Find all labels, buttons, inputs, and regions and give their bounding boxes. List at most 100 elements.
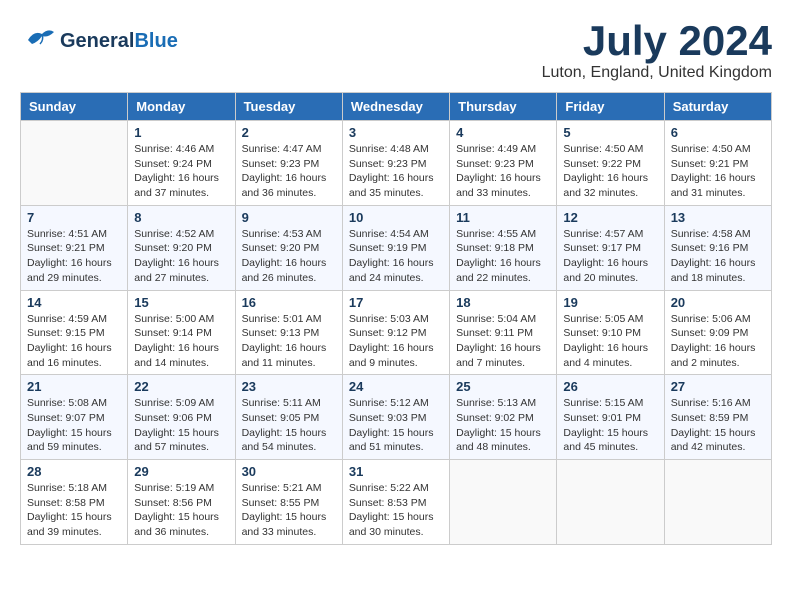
page-header: GeneralBlue July 2024 Luton, England, Un… [20, 20, 772, 82]
calendar-cell: 22 Sunrise: 5:09 AM Sunset: 9:06 PM Dayli… [128, 375, 235, 460]
day-number: 25 [456, 379, 550, 394]
day-number: 10 [349, 210, 443, 225]
day-number: 20 [671, 295, 765, 310]
weekday-header-saturday: Saturday [664, 93, 771, 121]
calendar-cell: 27 Sunrise: 5:16 AM Sunset: 8:59 PM Dayli… [664, 375, 771, 460]
calendar-cell: 18 Sunrise: 5:04 AM Sunset: 9:11 PM Dayli… [450, 290, 557, 375]
day-number: 2 [242, 125, 336, 140]
day-number: 27 [671, 379, 765, 394]
day-detail: Sunrise: 4:53 AM Sunset: 9:20 PM Dayligh… [242, 227, 336, 286]
calendar-cell: 12 Sunrise: 4:57 AM Sunset: 9:17 PM Dayli… [557, 205, 664, 290]
day-number: 1 [134, 125, 228, 140]
day-detail: Sunrise: 4:54 AM Sunset: 9:19 PM Dayligh… [349, 227, 443, 286]
day-number: 19 [563, 295, 657, 310]
day-detail: Sunrise: 4:58 AM Sunset: 9:16 PM Dayligh… [671, 227, 765, 286]
calendar-cell: 21Sunrise: 5:08 AM Sunset: 9:07 PM Dayli… [21, 375, 128, 460]
day-detail: Sunrise: 4:51 AM Sunset: 9:21 PM Dayligh… [27, 227, 121, 286]
calendar-cell: 23Sunrise: 5:11 AM Sunset: 9:05 PM Dayli… [235, 375, 342, 460]
calendar-week-row: 21Sunrise: 5:08 AM Sunset: 9:07 PM Dayli… [21, 375, 772, 460]
day-detail: Sunrise: 5:15 AM Sunset: 9:01 PM Dayligh… [563, 396, 657, 455]
calendar-cell: 26 Sunrise: 5:15 AM Sunset: 9:01 PM Dayli… [557, 375, 664, 460]
day-detail: Sunrise: 5:12 AM Sunset: 9:03 PM Dayligh… [349, 396, 443, 455]
day-number: 8 [134, 210, 228, 225]
calendar-cell: 1 Sunrise: 4:46 AM Sunset: 9:24 PM Daylig… [128, 121, 235, 206]
calendar-cell [557, 460, 664, 545]
day-number: 13 [671, 210, 765, 225]
day-detail: Sunrise: 4:48 AM Sunset: 9:23 PM Dayligh… [349, 142, 443, 201]
day-number: 29 [134, 464, 228, 479]
logo-blue: Blue [134, 30, 177, 52]
calendar-cell: 2 Sunrise: 4:47 AM Sunset: 9:23 PM Daylig… [235, 121, 342, 206]
day-detail: Sunrise: 5:03 AM Sunset: 9:12 PM Dayligh… [349, 312, 443, 371]
day-detail: Sunrise: 5:04 AM Sunset: 9:11 PM Dayligh… [456, 312, 550, 371]
day-detail: Sunrise: 4:47 AM Sunset: 9:23 PM Dayligh… [242, 142, 336, 201]
day-detail: Sunrise: 5:22 AM Sunset: 8:53 PM Dayligh… [349, 481, 443, 540]
weekday-header-tuesday: Tuesday [235, 93, 342, 121]
day-number: 18 [456, 295, 550, 310]
title-section: July 2024 Luton, England, United Kingdom [542, 20, 772, 82]
logo-general: General [60, 30, 134, 52]
day-number: 15 [134, 295, 228, 310]
day-number: 22 [134, 379, 228, 394]
day-detail: Sunrise: 4:50 AM Sunset: 9:21 PM Dayligh… [671, 142, 765, 201]
day-detail: Sunrise: 4:59 AM Sunset: 9:15 PM Dayligh… [27, 312, 121, 371]
day-number: 17 [349, 295, 443, 310]
calendar-cell: 8 Sunrise: 4:52 AM Sunset: 9:20 PM Daylig… [128, 205, 235, 290]
day-detail: Sunrise: 4:50 AM Sunset: 9:22 PM Dayligh… [563, 142, 657, 201]
calendar-cell: 14 Sunrise: 4:59 AM Sunset: 9:15 PM Dayli… [21, 290, 128, 375]
day-detail: Sunrise: 5:00 AM Sunset: 9:14 PM Dayligh… [134, 312, 228, 371]
calendar-cell: 15 Sunrise: 5:00 AM Sunset: 9:14 PM Dayli… [128, 290, 235, 375]
logo-text-block: GeneralBlue [60, 30, 178, 52]
day-number: 12 [563, 210, 657, 225]
day-detail: Sunrise: 4:46 AM Sunset: 9:24 PM Dayligh… [134, 142, 228, 201]
day-detail: Sunrise: 5:01 AM Sunset: 9:13 PM Dayligh… [242, 312, 336, 371]
day-number: 6 [671, 125, 765, 140]
calendar-cell: 25Sunrise: 5:13 AM Sunset: 9:02 PM Dayli… [450, 375, 557, 460]
day-detail: Sunrise: 5:09 AM Sunset: 9:06 PM Dayligh… [134, 396, 228, 455]
weekday-header-monday: Monday [128, 93, 235, 121]
day-detail: Sunrise: 4:52 AM Sunset: 9:20 PM Dayligh… [134, 227, 228, 286]
calendar-cell: 16 Sunrise: 5:01 AM Sunset: 9:13 PM Dayli… [235, 290, 342, 375]
calendar-cell: 3Sunrise: 4:48 AM Sunset: 9:23 PM Daylig… [342, 121, 449, 206]
day-number: 5 [563, 125, 657, 140]
day-detail: Sunrise: 5:18 AM Sunset: 8:58 PM Dayligh… [27, 481, 121, 540]
day-detail: Sunrise: 5:06 AM Sunset: 9:09 PM Dayligh… [671, 312, 765, 371]
calendar-cell [21, 121, 128, 206]
calendar-week-row: 28Sunrise: 5:18 AM Sunset: 8:58 PM Dayli… [21, 460, 772, 545]
day-detail: Sunrise: 4:57 AM Sunset: 9:17 PM Dayligh… [563, 227, 657, 286]
calendar-cell: 19 Sunrise: 5:05 AM Sunset: 9:10 PM Dayli… [557, 290, 664, 375]
day-detail: Sunrise: 5:05 AM Sunset: 9:10 PM Dayligh… [563, 312, 657, 371]
calendar-cell: 5 Sunrise: 4:50 AM Sunset: 9:22 PM Daylig… [557, 121, 664, 206]
calendar-week-row: 1 Sunrise: 4:46 AM Sunset: 9:24 PM Daylig… [21, 121, 772, 206]
calendar-cell: 13 Sunrise: 4:58 AM Sunset: 9:16 PM Dayli… [664, 205, 771, 290]
weekday-header-friday: Friday [557, 93, 664, 121]
weekday-header-row: SundayMondayTuesdayWednesdayThursdayFrid… [21, 93, 772, 121]
day-number: 16 [242, 295, 336, 310]
calendar-cell: 30 Sunrise: 5:21 AM Sunset: 8:55 PM Dayli… [235, 460, 342, 545]
calendar-cell: 24 Sunrise: 5:12 AM Sunset: 9:03 PM Dayli… [342, 375, 449, 460]
logo-bird-icon [20, 20, 56, 61]
calendar-table: SundayMondayTuesdayWednesdayThursdayFrid… [20, 92, 772, 545]
calendar-week-row: 14 Sunrise: 4:59 AM Sunset: 9:15 PM Dayli… [21, 290, 772, 375]
day-number: 24 [349, 379, 443, 394]
location-subtitle: Luton, England, United Kingdom [542, 64, 772, 82]
weekday-header-sunday: Sunday [21, 93, 128, 121]
calendar-cell: 9Sunrise: 4:53 AM Sunset: 9:20 PM Daylig… [235, 205, 342, 290]
calendar-cell: 31 Sunrise: 5:22 AM Sunset: 8:53 PM Dayli… [342, 460, 449, 545]
calendar-cell: 4Sunrise: 4:49 AM Sunset: 9:23 PM Daylig… [450, 121, 557, 206]
day-number: 14 [27, 295, 121, 310]
calendar-cell: 20 Sunrise: 5:06 AM Sunset: 9:09 PM Dayli… [664, 290, 771, 375]
day-number: 26 [563, 379, 657, 394]
day-number: 30 [242, 464, 336, 479]
calendar-cell: 17 Sunrise: 5:03 AM Sunset: 9:12 PM Dayli… [342, 290, 449, 375]
day-number: 7 [27, 210, 121, 225]
calendar-cell: 11Sunrise: 4:55 AM Sunset: 9:18 PM Dayli… [450, 205, 557, 290]
day-detail: Sunrise: 5:16 AM Sunset: 8:59 PM Dayligh… [671, 396, 765, 455]
calendar-cell: 28Sunrise: 5:18 AM Sunset: 8:58 PM Dayli… [21, 460, 128, 545]
calendar-cell: 7 Sunrise: 4:51 AM Sunset: 9:21 PM Daylig… [21, 205, 128, 290]
weekday-header-thursday: Thursday [450, 93, 557, 121]
day-detail: Sunrise: 5:11 AM Sunset: 9:05 PM Dayligh… [242, 396, 336, 455]
day-number: 31 [349, 464, 443, 479]
day-detail: Sunrise: 5:21 AM Sunset: 8:55 PM Dayligh… [242, 481, 336, 540]
day-detail: Sunrise: 4:49 AM Sunset: 9:23 PM Dayligh… [456, 142, 550, 201]
